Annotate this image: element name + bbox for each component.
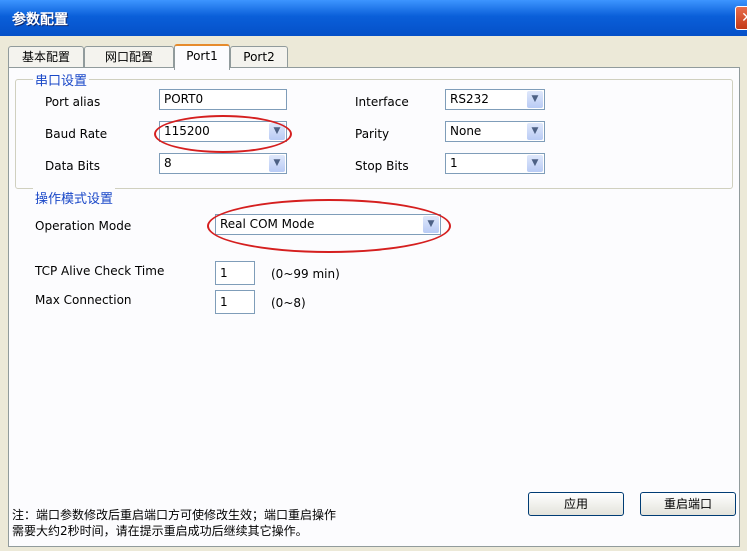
- tab-basic-config[interactable]: 基本配置: [8, 46, 84, 68]
- stop-bits-value: 1: [450, 156, 458, 170]
- dialog-window: 参数配置 ✕ 基本配置 网口配置 Port1 Port2 串口设置 Port a…: [0, 0, 747, 551]
- window-title: 参数配置: [12, 12, 68, 28]
- footer-note: 注：端口参数修改后重启端口方可使修改生效；端口重启操作 需要大约2秒时间，请在提…: [12, 507, 336, 539]
- stop-bits-select[interactable]: 1 ▼: [445, 153, 545, 174]
- operation-mode-value: Real COM Mode: [220, 217, 315, 231]
- chevron-down-icon[interactable]: ▼: [423, 216, 439, 233]
- operation-mode-select[interactable]: Real COM Mode ▼: [215, 214, 441, 235]
- data-bits-value: 8: [164, 156, 172, 170]
- stop-bits-label: Stop Bits: [355, 159, 409, 173]
- apply-button[interactable]: 应用: [528, 492, 624, 516]
- port-alias-label: Port alias: [45, 95, 101, 109]
- chevron-down-icon[interactable]: ▼: [527, 155, 543, 172]
- parity-value: None: [450, 124, 482, 138]
- footer-note-line2: 需要大约2秒时间，请在提示重启成功后继续其它操作。: [12, 524, 308, 538]
- close-icon[interactable]: ✕: [735, 6, 747, 30]
- chevron-down-icon[interactable]: ▼: [527, 123, 543, 140]
- data-bits-select[interactable]: 8 ▼: [159, 153, 287, 174]
- port-alias-field[interactable]: PORT0: [159, 89, 287, 110]
- tcp-alive-label: TCP Alive Check Time: [35, 264, 165, 278]
- parity-label: Parity: [355, 127, 390, 141]
- operation-mode-label: Operation Mode: [35, 219, 132, 233]
- restart-port-button[interactable]: 重启端口: [640, 492, 736, 516]
- tcp-alive-field[interactable]: 1: [215, 261, 255, 285]
- tab-port1[interactable]: Port1: [174, 44, 230, 70]
- title-bar[interactable]: 参数配置 ✕: [0, 0, 747, 36]
- chevron-down-icon[interactable]: ▼: [269, 155, 285, 172]
- max-connection-field[interactable]: 1: [215, 290, 255, 314]
- max-connection-hint: (0~8): [271, 296, 306, 310]
- interface-value: RS232: [450, 92, 489, 106]
- serial-settings-label: 串口设置: [33, 70, 90, 89]
- footer-note-line1: 注：端口参数修改后重启端口方可使修改生效；端口重启操作: [12, 508, 337, 522]
- interface-select[interactable]: RS232 ▼: [445, 89, 545, 110]
- max-connection-label: Max Connection: [35, 293, 132, 307]
- chevron-down-icon[interactable]: ▼: [269, 123, 285, 140]
- data-bits-label: Data Bits: [45, 159, 100, 173]
- tab-port2[interactable]: Port2: [230, 46, 288, 68]
- baud-rate-select[interactable]: 115200 ▼: [159, 121, 287, 142]
- parity-select[interactable]: None ▼: [445, 121, 545, 142]
- baud-rate-label: Baud Rate: [45, 127, 108, 141]
- interface-label: Interface: [355, 95, 409, 109]
- chevron-down-icon[interactable]: ▼: [527, 91, 543, 108]
- tcp-alive-hint: (0~99 min): [271, 267, 340, 281]
- tab-panel: 串口设置 Port alias PORT0 Baud Rate 115200 ▼…: [8, 67, 740, 547]
- baud-rate-value: 115200: [164, 124, 210, 138]
- tab-network-config[interactable]: 网口配置: [84, 46, 174, 68]
- operation-mode-group-label: 操作模式设置: [33, 188, 116, 207]
